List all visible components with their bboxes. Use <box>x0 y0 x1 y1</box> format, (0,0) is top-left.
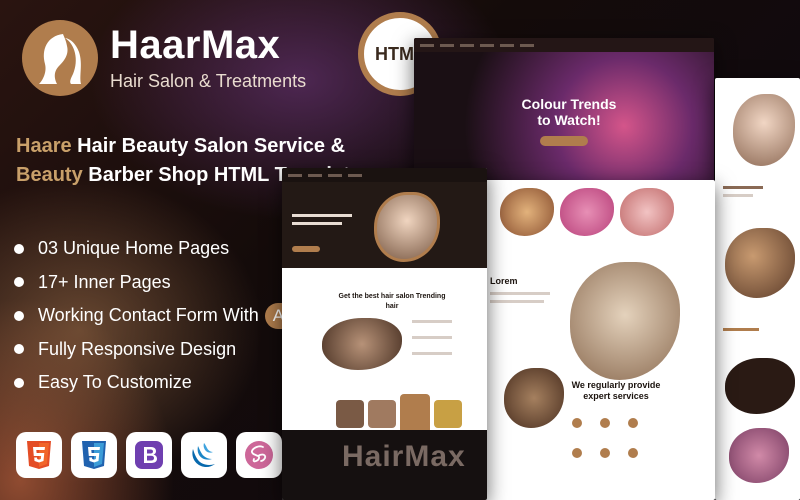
bullet-icon <box>14 243 24 254</box>
service-icon <box>572 448 582 458</box>
technology-icons <box>16 432 282 478</box>
gallery-thumb <box>336 400 364 428</box>
mockup-salon-image <box>725 228 795 298</box>
service-icon <box>600 418 610 428</box>
service-icon <box>572 418 582 428</box>
feature-list: 03 Unique Home Pages 17+ Inner Pages Wor… <box>14 232 314 400</box>
service-icon <box>628 418 638 428</box>
mockup-color-card <box>560 188 614 236</box>
mockup-home-screen: Get the best hair salon Trending hair Ha… <box>282 168 487 500</box>
feature-item: Fully Responsive Design <box>14 333 314 367</box>
brand: HaarMax Hair Salon & Treatments <box>22 20 306 96</box>
feature-item: Working Contact Form WithAjax <box>14 299 314 333</box>
mockup-navbar <box>414 38 714 52</box>
mockup-side-screen <box>715 78 800 500</box>
headline-accent-2: Beauty <box>16 164 83 186</box>
bullet-icon <box>14 344 24 355</box>
css3-icon <box>71 432 117 478</box>
sass-icon <box>236 432 282 478</box>
bullet-icon <box>14 277 24 288</box>
feature-item: 03 Unique Home Pages <box>14 232 314 266</box>
feature-label: Fully Responsive Design <box>38 338 237 359</box>
mockup-hero-section <box>282 168 487 268</box>
feature-item: 17+ Inner Pages <box>14 266 314 300</box>
service-icon <box>600 448 610 458</box>
mockup-palette-image <box>570 262 680 380</box>
woman-silhouette-logo-icon <box>22 20 98 96</box>
feature-label: Easy To Customize <box>38 372 192 393</box>
mockup-color-card <box>500 188 554 236</box>
mockup-promo-image <box>729 428 789 483</box>
gallery-thumb <box>400 394 430 434</box>
jquery-icon <box>181 432 227 478</box>
mockup-color-card <box>620 188 674 236</box>
feature-item: Easy To Customize <box>14 366 314 400</box>
gallery-thumb <box>434 400 462 428</box>
feature-label: 03 Unique Home Pages <box>38 238 230 259</box>
feature-label: Working Contact Form With <box>38 305 259 326</box>
mockup-dark-card <box>725 358 795 414</box>
gallery-thumb <box>368 400 396 428</box>
service-icon <box>628 448 638 458</box>
mockup-barber-image <box>504 368 564 428</box>
headline-text-1: Hair Beauty Salon Service & <box>71 135 346 157</box>
bullet-icon <box>14 310 24 321</box>
brand-name: HaarMax <box>110 22 281 67</box>
mockup-wordmark: HairMax <box>342 440 466 473</box>
html5-icon <box>16 432 62 478</box>
mockup-hero-button <box>540 136 588 146</box>
bullet-icon <box>14 377 24 388</box>
feature-label: 17+ Inner Pages <box>38 271 171 292</box>
mockup-intro-heading: Get the best hair salon Trending hair <box>338 293 446 310</box>
headline-accent-1: Haare <box>16 135 72 157</box>
mockup-portrait-image <box>733 94 795 166</box>
mockup-salon-photo <box>322 318 402 370</box>
bootstrap-icon <box>126 432 172 478</box>
brand-tagline: Hair Salon & Treatments <box>110 70 307 91</box>
mockup-services-heading: We regularly provide expert services <box>571 380 661 401</box>
mockup-hero-title: Colour Trends to Watch! <box>521 96 617 128</box>
mockup-model-image <box>374 192 440 262</box>
